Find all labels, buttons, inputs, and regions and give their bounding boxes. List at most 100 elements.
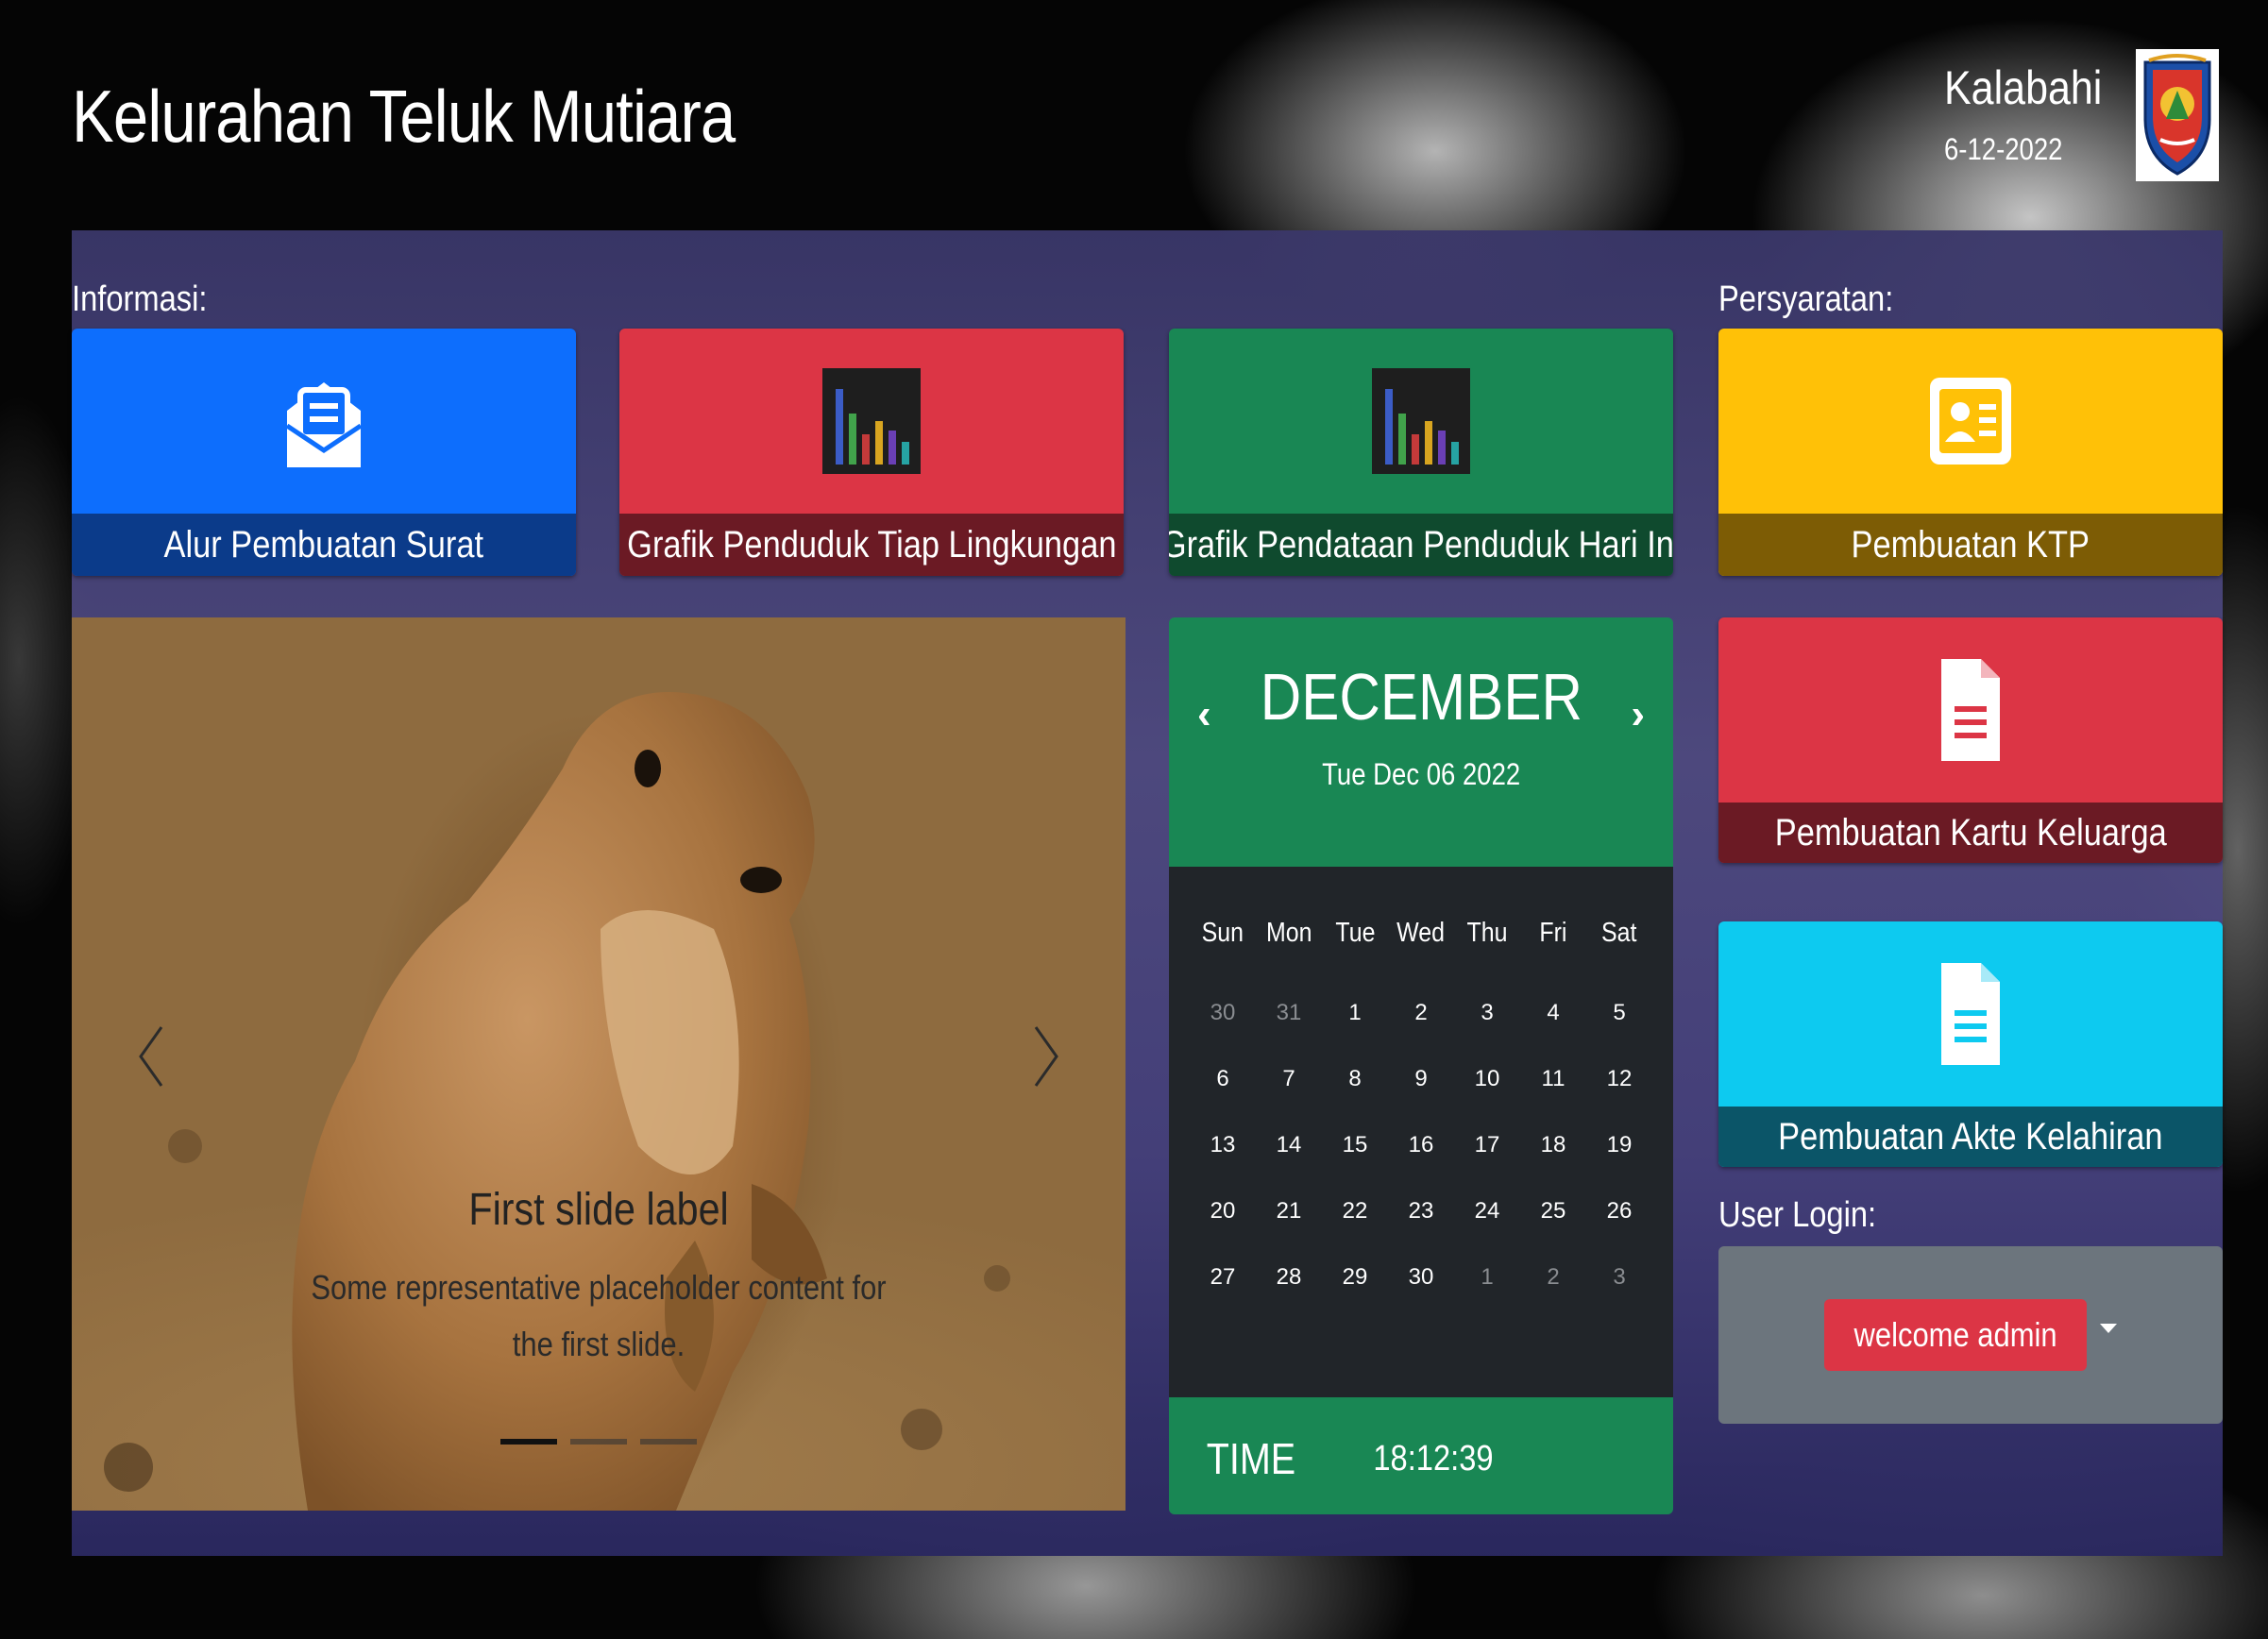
calendar-day[interactable]: 26 [1586,1198,1652,1225]
calendar-weekday: Sun [1201,917,1244,948]
calendar-day[interactable]: 18 [1520,1132,1586,1158]
calendar-month: DECEMBER [1260,660,1583,734]
calendar-day[interactable]: 25 [1520,1198,1586,1225]
bar-chart-icon [822,368,921,474]
calendar-week-row: 13 14 15 16 17 18 19 [1190,1112,1652,1178]
calendar-week-row: 20 21 22 23 24 25 26 [1190,1178,1652,1244]
calendar-day[interactable]: 1 [1322,1000,1388,1026]
calendar-day[interactable]: 27 [1190,1264,1256,1291]
chevron-right-icon [1034,1026,1058,1087]
dropdown-caret-icon[interactable] [2100,1324,2117,1333]
document-icon [1941,963,2000,1065]
calendar-day[interactable]: 21 [1256,1198,1322,1225]
calendar-day[interactable]: 2 [1520,1264,1586,1291]
calendar-header: ‹ DECEMBER › Tue Dec 06 2022 [1169,617,1673,867]
calendar-day[interactable]: 1 [1454,1264,1520,1291]
calendar-day[interactable]: 14 [1256,1132,1322,1158]
calendar-day[interactable]: 16 [1388,1132,1454,1158]
calendar-weekday: Fri [1539,917,1567,948]
pembuatan-akte-kelahiran-tile[interactable]: Pembuatan Akte Kelahiran [1718,921,2223,1167]
calendar-day[interactable]: 4 [1520,1000,1586,1026]
carousel-slide-title: First slide label [468,1185,729,1235]
header-city: Kalabahi [1944,61,2103,114]
pembuatan-kartu-keluarga-tile[interactable]: Pembuatan Kartu Keluarga [1718,617,2223,863]
page-title: Kelurahan Teluk Mutiara [72,75,736,158]
grafik-penduduk-lingkungan-tile[interactable]: Grafik Penduduk Tiap Lingkungan [619,329,1124,576]
calendar-weekday: Mon [1265,917,1312,948]
calendar-weekday: Wed [1396,917,1446,948]
pembuatan-ktp-label: Pembuatan KTP [1851,523,2090,566]
pembuatan-akte-kelahiran-label: Pembuatan Akte Kelahiran [1778,1115,2163,1157]
image-carousel[interactable]: First slide label Some representative pl… [72,617,1126,1511]
pembuatan-ktp-tile[interactable]: Pembuatan KTP [1718,329,2223,576]
carousel-indicator-2[interactable] [570,1439,627,1445]
alur-pembuatan-surat-label: Alur Pembuatan Surat [163,523,484,566]
carousel-indicator-1[interactable] [500,1439,557,1445]
document-icon [1941,659,2000,761]
calendar-day[interactable]: 15 [1322,1132,1388,1158]
carousel-indicator-3[interactable] [640,1439,697,1445]
calendar-next-month-button[interactable]: › [1631,691,1645,738]
carousel-slide-text: Some representative placeholder content … [311,1268,887,1363]
calendar-day[interactable]: 7 [1256,1066,1322,1092]
calendar-day[interactable]: 5 [1586,1000,1652,1026]
prairie-dog-photo [104,692,1010,1511]
envelope-letter-icon [285,382,363,467]
calendar-day[interactable]: 9 [1388,1066,1454,1092]
chevron-left-icon [139,1026,163,1087]
calendar-day[interactable]: 3 [1454,1000,1520,1026]
calendar-day[interactable]: 2 [1388,1000,1454,1026]
calendar-weekday: Tue [1334,917,1376,948]
calendar-grid: Sun Mon Tue Wed Thu Fri Sat 30 31 1 2 3 4 5 6 7 8 9 10 11 12… [1190,904,1652,1310]
calendar-day[interactable]: 29 [1322,1264,1388,1291]
calendar-day[interactable]: 12 [1586,1066,1652,1092]
bar-chart-icon [1372,368,1470,474]
calendar-widget: ‹ DECEMBER › Tue Dec 06 2022 Sun Mon Tue We… [1169,617,1673,1514]
user-login-box: welcome admin [1718,1246,2223,1424]
calendar-day[interactable]: 23 [1388,1198,1454,1225]
grafik-pendataan-hari-ini-tile[interactable]: Grafik Pendataan Penduduk Hari Ini [1169,329,1673,576]
calendar-weekday: Thu [1466,917,1508,948]
calendar-weekday: Sat [1601,917,1637,948]
calendar-day[interactable]: 20 [1190,1198,1256,1225]
calendar-day[interactable]: 28 [1256,1264,1322,1291]
calendar-day[interactable]: 22 [1322,1198,1388,1225]
id-card-icon [1930,378,2011,465]
calendar-full-date: Tue Dec 06 2022 [1321,757,1521,791]
calendar-day[interactable]: 30 [1190,1000,1256,1026]
calendar-week-row: 27 28 29 30 1 2 3 [1190,1244,1652,1310]
time-value: 18:12:39 [1373,1439,1494,1478]
alur-pembuatan-surat-tile[interactable]: Alur Pembuatan Surat [72,329,576,576]
calendar-day[interactable]: 19 [1586,1132,1652,1158]
chevron-right-icon: › [1631,691,1645,737]
calendar-day[interactable]: 11 [1520,1066,1586,1092]
calendar-weekday-row: Sun Mon Tue Wed Thu Fri Sat [1190,904,1652,961]
calendar-day[interactable]: 13 [1190,1132,1256,1158]
calendar-day[interactable]: 24 [1454,1198,1520,1225]
calendar-day[interactable]: 31 [1256,1000,1322,1026]
calendar-day[interactable]: 10 [1454,1066,1520,1092]
calendar-day[interactable]: 30 [1388,1264,1454,1291]
dashboard-panel: Informasi: Persyaratan: Alur Pembuatan S… [72,230,2223,1556]
calendar-week-row: 30 31 1 2 3 4 5 [1190,980,1652,1046]
requirements-section-label: Persyaratan: [1718,279,1894,319]
calendar-week-row: 6 7 8 9 10 11 12 [1190,1046,1652,1112]
grafik-pendataan-hari-ini-label: Grafik Pendataan Penduduk Hari Ini [1169,523,1673,566]
grafik-penduduk-lingkungan-label: Grafik Penduduk Tiap Lingkungan [626,523,1117,566]
pembuatan-kartu-keluarga-label: Pembuatan Kartu Keluarga [1774,811,2167,853]
info-section-label: Informasi: [72,279,208,319]
calendar-day[interactable]: 6 [1190,1066,1256,1092]
time-label: TIME [1206,1434,1296,1483]
carousel-prev-button[interactable] [123,1014,179,1099]
calendar-body: Sun Mon Tue Wed Thu Fri Sat 30 31 1 2 3 4 5 6 7 8 9 10 11 12… [1169,867,1673,1397]
header-location: Kalabahi 6-12-2022 [1944,49,2219,181]
header-date: 6-12-2022 [1944,132,2063,166]
user-login-label: User Login: [1718,1195,1877,1235]
calendar-day[interactable]: 8 [1322,1066,1388,1092]
carousel-next-button[interactable] [1018,1014,1075,1099]
regency-crest-icon [2136,49,2219,181]
clock-bar: TIME 18:12:39 [1169,1397,1673,1514]
calendar-day[interactable]: 17 [1454,1132,1520,1158]
calendar-day[interactable]: 3 [1586,1264,1652,1291]
welcome-admin-button[interactable]: welcome admin [1824,1299,2087,1371]
